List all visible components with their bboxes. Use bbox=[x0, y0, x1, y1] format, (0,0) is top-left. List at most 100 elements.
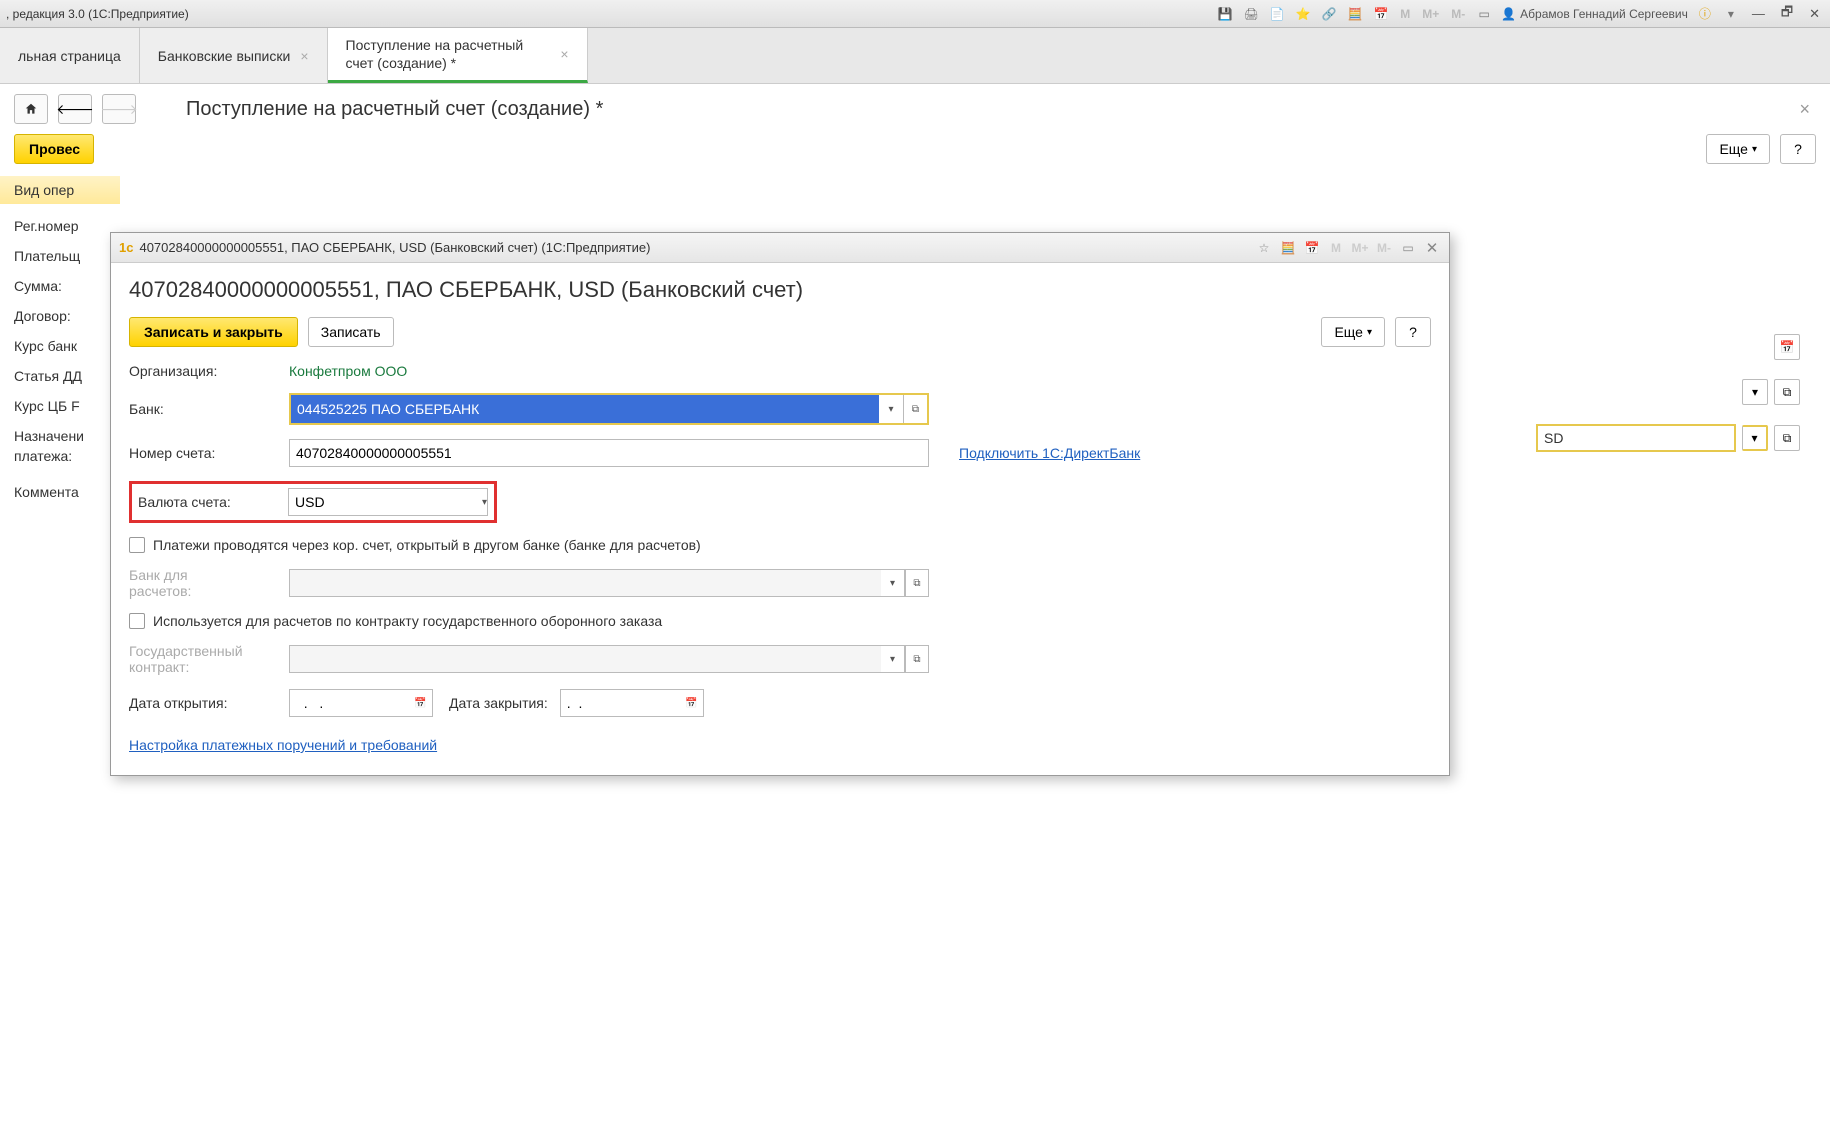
page-title: Поступление на расчетный счет (создание)… bbox=[186, 98, 603, 121]
date-open-field[interactable]: 📅 bbox=[289, 689, 433, 717]
open-button[interactable]: ⧉ bbox=[905, 569, 929, 597]
modal-titlebar: 1c 40702840000000005551, ПАО СБЕРБАНК, U… bbox=[111, 233, 1449, 263]
forward-button[interactable]: 🡒 bbox=[102, 94, 136, 124]
disk-icon[interactable]: 💾 bbox=[1216, 5, 1234, 23]
print-icon[interactable]: 🖨 bbox=[1242, 5, 1260, 23]
panel-icon[interactable]: ▭ bbox=[1399, 239, 1417, 257]
currency-highlight-box: Валюта счета: ▾ bbox=[129, 481, 497, 523]
modal-more-button[interactable]: Еще ▾ bbox=[1321, 317, 1385, 347]
label-gov-contract: Государственный контракт: bbox=[129, 643, 289, 675]
calc-bank-field[interactable]: ▾ ⧉ bbox=[289, 569, 929, 597]
m-minus-button[interactable]: М- bbox=[1449, 7, 1467, 21]
panel-icon[interactable]: ▭ bbox=[1475, 5, 1493, 23]
app-title: , редакция 3.0 (1С:Предприятие) bbox=[6, 7, 189, 21]
dropdown-button[interactable]: ▾ bbox=[482, 488, 488, 516]
label-account-number: Номер счета: bbox=[129, 445, 289, 461]
date-open-input[interactable] bbox=[289, 689, 409, 717]
conduct-button[interactable]: Провес bbox=[14, 134, 94, 164]
date-close-field[interactable]: 📅 bbox=[560, 689, 704, 717]
star-icon[interactable]: ☆ bbox=[1255, 239, 1273, 257]
dropdown-button[interactable]: ▾ bbox=[881, 645, 905, 673]
doc-icon[interactable]: 📄 bbox=[1268, 5, 1286, 23]
label-gov-contract-chk: Используется для расчетов по контракту г… bbox=[153, 613, 662, 629]
close-icon[interactable]: × bbox=[560, 46, 568, 62]
account-number-input[interactable] bbox=[289, 439, 929, 467]
calc-bank-input[interactable] bbox=[289, 569, 881, 597]
open-button[interactable]: ⧉ bbox=[1774, 379, 1800, 405]
save-and-close-button[interactable]: Записать и закрыть bbox=[129, 317, 298, 347]
label-vid-oper: Вид опер bbox=[0, 176, 120, 204]
dropdown-icon[interactable]: ▾ bbox=[1722, 5, 1740, 23]
chevron-down-icon: ▾ bbox=[1752, 144, 1757, 155]
save-button[interactable]: Записать bbox=[308, 317, 394, 347]
m-plus-button[interactable]: М+ bbox=[1351, 239, 1369, 257]
close-button[interactable]: ✕ bbox=[1805, 6, 1824, 22]
modal-heading: 40702840000000005551, ПАО СБЕРБАНК, USD … bbox=[129, 277, 1431, 303]
app-logo-icon: 1c bbox=[119, 240, 133, 255]
tab-payment-create[interactable]: Поступление на расчетный счет (создание)… bbox=[328, 28, 588, 83]
open-button[interactable]: ⧉ bbox=[903, 395, 927, 423]
bank-field[interactable]: ▾ ⧉ bbox=[289, 393, 929, 425]
star-icon[interactable]: ⭐ bbox=[1294, 5, 1312, 23]
corr-account-checkbox[interactable] bbox=[129, 537, 145, 553]
bank-input[interactable] bbox=[291, 395, 879, 423]
calendar-picker-button[interactable]: 📅 bbox=[409, 689, 433, 717]
page-close-icon[interactable]: × bbox=[1799, 99, 1816, 120]
currency-field[interactable]: ▾ bbox=[288, 488, 488, 516]
app-titlebar: , редакция 3.0 (1С:Предприятие) 💾 🖨 📄 ⭐ … bbox=[0, 0, 1830, 28]
restore-button[interactable]: 🗗 bbox=[1777, 3, 1797, 25]
dropdown-button[interactable]: ▾ bbox=[1742, 425, 1768, 451]
back-button[interactable]: 🡐 bbox=[58, 94, 92, 124]
close-icon[interactable]: × bbox=[300, 48, 308, 64]
account-select-partial[interactable]: SD bbox=[1536, 424, 1736, 452]
help-button[interactable]: ? bbox=[1780, 134, 1816, 164]
modal-window-title: 40702840000000005551, ПАО СБЕРБАНК, USD … bbox=[139, 240, 650, 255]
gov-contract-checkbox[interactable] bbox=[129, 613, 145, 629]
label-corr-account: Платежи проводятся через кор. счет, откр… bbox=[153, 537, 701, 553]
m-plus-button[interactable]: М+ bbox=[1420, 7, 1441, 21]
calendar-icon[interactable]: 📅 bbox=[1303, 239, 1321, 257]
calendar-icon[interactable]: 📅 bbox=[1372, 5, 1390, 23]
label-date-open: Дата открытия: bbox=[129, 695, 289, 711]
payment-settings-link[interactable]: Настройка платежных поручений и требован… bbox=[129, 737, 437, 753]
user-name[interactable]: 👤 Абрамов Геннадий Сергеевич bbox=[1501, 7, 1688, 21]
label-organization: Организация: bbox=[129, 363, 289, 379]
currency-input[interactable] bbox=[288, 488, 482, 516]
dropdown-button[interactable]: ▾ bbox=[1742, 379, 1768, 405]
calc-icon[interactable]: 🧮 bbox=[1346, 5, 1364, 23]
modal-help-button[interactable]: ? bbox=[1395, 317, 1431, 347]
m-button[interactable]: М bbox=[1398, 7, 1412, 21]
connect-directbank-link[interactable]: Подключить 1С:ДиректБанк bbox=[959, 445, 1140, 461]
home-icon bbox=[24, 102, 38, 116]
minimize-button[interactable]: — bbox=[1748, 6, 1769, 21]
calendar-picker-button[interactable]: 📅 bbox=[1774, 334, 1800, 360]
dropdown-button[interactable]: ▾ bbox=[879, 395, 903, 423]
gov-contract-field[interactable]: ▾ ⧉ bbox=[289, 645, 929, 673]
gov-contract-input[interactable] bbox=[289, 645, 881, 673]
date-close-input[interactable] bbox=[560, 689, 680, 717]
open-button[interactable]: ⧉ bbox=[905, 645, 929, 673]
m-minus-button[interactable]: М- bbox=[1375, 239, 1393, 257]
tab-bank-statements[interactable]: Банковские выписки × bbox=[140, 28, 328, 83]
more-button[interactable]: Еще ▾ bbox=[1706, 134, 1770, 164]
label-currency: Валюта счета: bbox=[138, 494, 288, 510]
info-icon[interactable]: ⓘ bbox=[1696, 5, 1714, 23]
open-button[interactable]: ⧉ bbox=[1774, 425, 1800, 451]
user-icon: 👤 bbox=[1501, 7, 1516, 21]
tab-label: Поступление на расчетный счет (создание)… bbox=[346, 36, 551, 72]
label-date-close: Дата закрытия: bbox=[449, 695, 548, 711]
label-bank: Банк: bbox=[129, 401, 289, 417]
m-button[interactable]: М bbox=[1327, 239, 1345, 257]
calc-icon[interactable]: 🧮 bbox=[1279, 239, 1297, 257]
label-calc-bank: Банк для расчетов: bbox=[129, 567, 289, 599]
tab-start-page[interactable]: льная страница bbox=[0, 28, 140, 83]
home-button[interactable] bbox=[14, 94, 48, 124]
organization-link[interactable]: Конфетпром ООО bbox=[289, 363, 407, 379]
dropdown-button[interactable]: ▾ bbox=[881, 569, 905, 597]
tab-label: Банковские выписки bbox=[158, 48, 291, 64]
modal-close-button[interactable]: ✕ bbox=[1423, 239, 1441, 257]
calendar-picker-button[interactable]: 📅 bbox=[680, 689, 704, 717]
tab-label: льная страница bbox=[18, 48, 121, 64]
tab-bar: льная страница Банковские выписки × Пост… bbox=[0, 28, 1830, 84]
link-icon[interactable]: 🔗 bbox=[1320, 5, 1338, 23]
